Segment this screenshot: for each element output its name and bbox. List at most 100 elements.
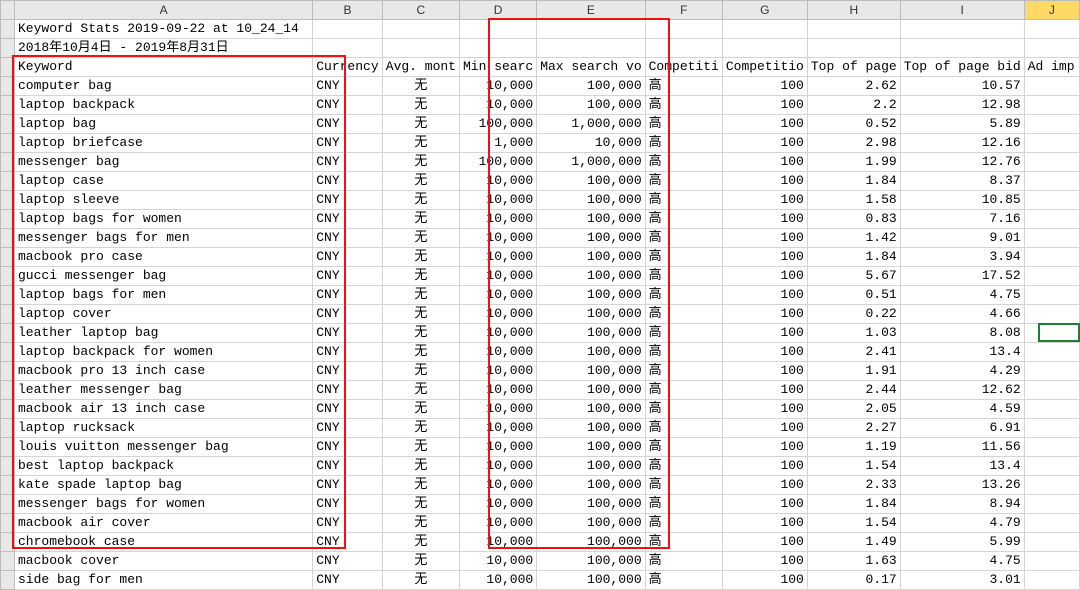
cell-top[interactable]: 1.42 [807, 229, 900, 248]
cell-max[interactable]: 100,000 [537, 286, 645, 305]
cell-comp[interactable]: 高 [645, 571, 722, 590]
cell-compidx[interactable]: 100 [722, 495, 807, 514]
cell-top[interactable]: 5.67 [807, 267, 900, 286]
cell-avg[interactable]: 无 [382, 134, 459, 153]
cell-compidx[interactable]: 100 [722, 248, 807, 267]
cell-min[interactable]: 10,000 [459, 343, 536, 362]
row-header[interactable] [1, 514, 15, 533]
cell-keyword[interactable]: leather laptop bag [15, 324, 313, 343]
cell-compidx[interactable]: 100 [722, 172, 807, 191]
corner-cell[interactable] [1, 1, 15, 20]
cell-avg[interactable]: 无 [382, 286, 459, 305]
cell-toph[interactable]: 12.62 [900, 381, 1024, 400]
cell-avg[interactable]: 无 [382, 229, 459, 248]
cell-top[interactable]: 1.84 [807, 248, 900, 267]
cell[interactable] [807, 39, 900, 58]
cell-compidx[interactable]: 100 [722, 153, 807, 172]
cell-max[interactable]: 100,000 [537, 324, 645, 343]
cell-top[interactable]: 0.83 [807, 210, 900, 229]
cell-avg[interactable]: 无 [382, 343, 459, 362]
cell-keyword[interactable]: leather messenger bag [15, 381, 313, 400]
row-header[interactable] [1, 172, 15, 191]
cell-currency[interactable]: CNY [313, 381, 383, 400]
row-header[interactable] [1, 115, 15, 134]
cell-keyword[interactable]: laptop backpack for women [15, 343, 313, 362]
cell-max[interactable]: 100,000 [537, 248, 645, 267]
cell-compidx[interactable]: 100 [722, 229, 807, 248]
cell-max[interactable]: 100,000 [537, 419, 645, 438]
cell-max[interactable]: 100,000 [537, 305, 645, 324]
cell-toph[interactable]: 12.76 [900, 153, 1024, 172]
grid[interactable]: ABCDEFGHIJ Keyword Stats 2019-09-22 at 1… [0, 0, 1080, 590]
cell-keyword[interactable]: messenger bag [15, 153, 313, 172]
cell-currency[interactable]: CNY [313, 267, 383, 286]
cell-avg[interactable]: 无 [382, 324, 459, 343]
cell-currency[interactable]: CNY [313, 305, 383, 324]
cell-compidx[interactable]: 100 [722, 191, 807, 210]
row-header[interactable] [1, 495, 15, 514]
cell-currency[interactable]: CNY [313, 191, 383, 210]
cell-top[interactable]: 1.54 [807, 514, 900, 533]
cell-adimp[interactable] [1024, 343, 1079, 362]
cell-compidx[interactable]: 100 [722, 514, 807, 533]
row-header[interactable] [1, 267, 15, 286]
cell-max[interactable]: 1,000,000 [537, 153, 645, 172]
cell-keyword[interactable]: macbook pro 13 inch case [15, 362, 313, 381]
cell-avg[interactable]: 无 [382, 362, 459, 381]
cell-keyword[interactable]: kate spade laptop bag [15, 476, 313, 495]
cell-comp[interactable]: 高 [645, 476, 722, 495]
cell-top[interactable]: 2.2 [807, 96, 900, 115]
cell-adimp[interactable] [1024, 286, 1079, 305]
row-header[interactable] [1, 286, 15, 305]
cell[interactable] [722, 39, 807, 58]
cell-compidx[interactable]: 100 [722, 438, 807, 457]
cell-avg[interactable]: 无 [382, 495, 459, 514]
cell-adimp[interactable] [1024, 96, 1079, 115]
cell-min[interactable]: 10,000 [459, 381, 536, 400]
row-header[interactable] [1, 134, 15, 153]
row-header[interactable] [1, 58, 15, 77]
cell-top[interactable]: 2.27 [807, 419, 900, 438]
cell-top[interactable]: 2.41 [807, 343, 900, 362]
hdr-adimp[interactable]: Ad imp [1024, 58, 1079, 77]
cell-compidx[interactable]: 100 [722, 324, 807, 343]
cell-min[interactable]: 10,000 [459, 514, 536, 533]
col-header-B[interactable]: B [313, 1, 383, 20]
cell-adimp[interactable] [1024, 248, 1079, 267]
cell-adimp[interactable] [1024, 571, 1079, 590]
cell-compidx[interactable]: 100 [722, 419, 807, 438]
cell[interactable] [313, 20, 383, 39]
cell-compidx[interactable]: 100 [722, 96, 807, 115]
cell-max[interactable]: 100,000 [537, 191, 645, 210]
cell-min[interactable]: 10,000 [459, 438, 536, 457]
cell-avg[interactable]: 无 [382, 248, 459, 267]
cell-min[interactable]: 10,000 [459, 305, 536, 324]
cell-keyword[interactable]: laptop backpack [15, 96, 313, 115]
cell-compidx[interactable]: 100 [722, 77, 807, 96]
col-header-H[interactable]: H [807, 1, 900, 20]
cell-keyword[interactable]: best laptop backpack [15, 457, 313, 476]
hdr-comp[interactable]: Competiti [645, 58, 722, 77]
cell-compidx[interactable]: 100 [722, 476, 807, 495]
cell-comp[interactable]: 高 [645, 495, 722, 514]
cell-adimp[interactable] [1024, 419, 1079, 438]
row-header[interactable] [1, 343, 15, 362]
cell-adimp[interactable] [1024, 438, 1079, 457]
cell-adimp[interactable] [1024, 305, 1079, 324]
col-header-J[interactable]: J [1024, 1, 1079, 20]
cell-avg[interactable]: 无 [382, 172, 459, 191]
cell-compidx[interactable]: 100 [722, 115, 807, 134]
cell[interactable] [459, 20, 536, 39]
row-header[interactable] [1, 457, 15, 476]
cell-currency[interactable]: CNY [313, 552, 383, 571]
cell-currency[interactable]: CNY [313, 248, 383, 267]
cell-compidx[interactable]: 100 [722, 286, 807, 305]
cell-max[interactable]: 100,000 [537, 77, 645, 96]
cell-compidx[interactable]: 100 [722, 362, 807, 381]
cell-currency[interactable]: CNY [313, 96, 383, 115]
cell-compidx[interactable]: 100 [722, 457, 807, 476]
cell[interactable] [900, 39, 1024, 58]
cell-toph[interactable]: 12.98 [900, 96, 1024, 115]
cell-adimp[interactable] [1024, 153, 1079, 172]
col-header-I[interactable]: I [900, 1, 1024, 20]
